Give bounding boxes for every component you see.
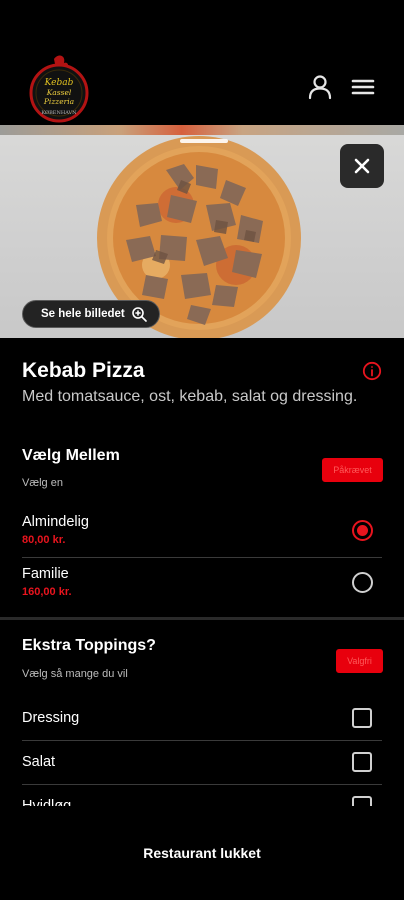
user-icon[interactable] (305, 72, 335, 102)
option-price: 160,00 kr. (22, 586, 72, 598)
optional-badge: Valgfri (336, 649, 383, 673)
section-divider (0, 617, 404, 620)
divider (22, 740, 382, 741)
checkbox[interactable] (352, 752, 372, 772)
size-section-subtitle: Vælg en (22, 477, 63, 489)
product-description: Med tomatsauce, ost, kebab, salat og dre… (22, 388, 358, 405)
see-full-image-label: Se hele billedet (41, 308, 125, 320)
toppings-section-subtitle: Vælg så mange du vil (22, 668, 128, 680)
close-button[interactable] (340, 144, 384, 188)
divider (22, 784, 382, 785)
option-price: 80,00 kr. (22, 534, 66, 546)
restaurant-logo[interactable]: Kebab Kassel Pizzeria KØBENHAVN (28, 53, 90, 125)
zoom-in-icon (131, 307, 147, 322)
see-full-image-button[interactable]: Se hele billedet (22, 300, 160, 328)
option-label: Salat (22, 754, 56, 770)
option-label: Familie (22, 566, 69, 582)
menu-icon[interactable] (348, 72, 378, 102)
required-badge: Påkrævet (322, 458, 383, 482)
radio-button-selected[interactable] (352, 520, 373, 541)
logo-text: Kebab Kassel Pizzeria KØBENHAVN (41, 78, 77, 117)
checkbox[interactable] (352, 708, 372, 728)
toppings-section-title: Ekstra Toppings? (22, 637, 156, 654)
image-pager-indicator (180, 139, 228, 143)
divider (22, 557, 382, 558)
close-icon (354, 158, 370, 174)
size-section-title: Vælg Mellem (22, 447, 120, 464)
radio-button[interactable] (352, 572, 373, 593)
info-icon[interactable] (362, 361, 382, 381)
app-header: Kebab Kassel Pizzeria KØBENHAVN (0, 0, 404, 125)
background-photo-strip (0, 125, 404, 135)
restaurant-closed-label: Restaurant lukket (143, 845, 261, 861)
product-title: Kebab Pizza (22, 359, 145, 382)
option-label: Almindelig (22, 514, 89, 530)
option-label: Dressing (22, 710, 80, 726)
footer-bar: Restaurant lukket (0, 806, 404, 900)
